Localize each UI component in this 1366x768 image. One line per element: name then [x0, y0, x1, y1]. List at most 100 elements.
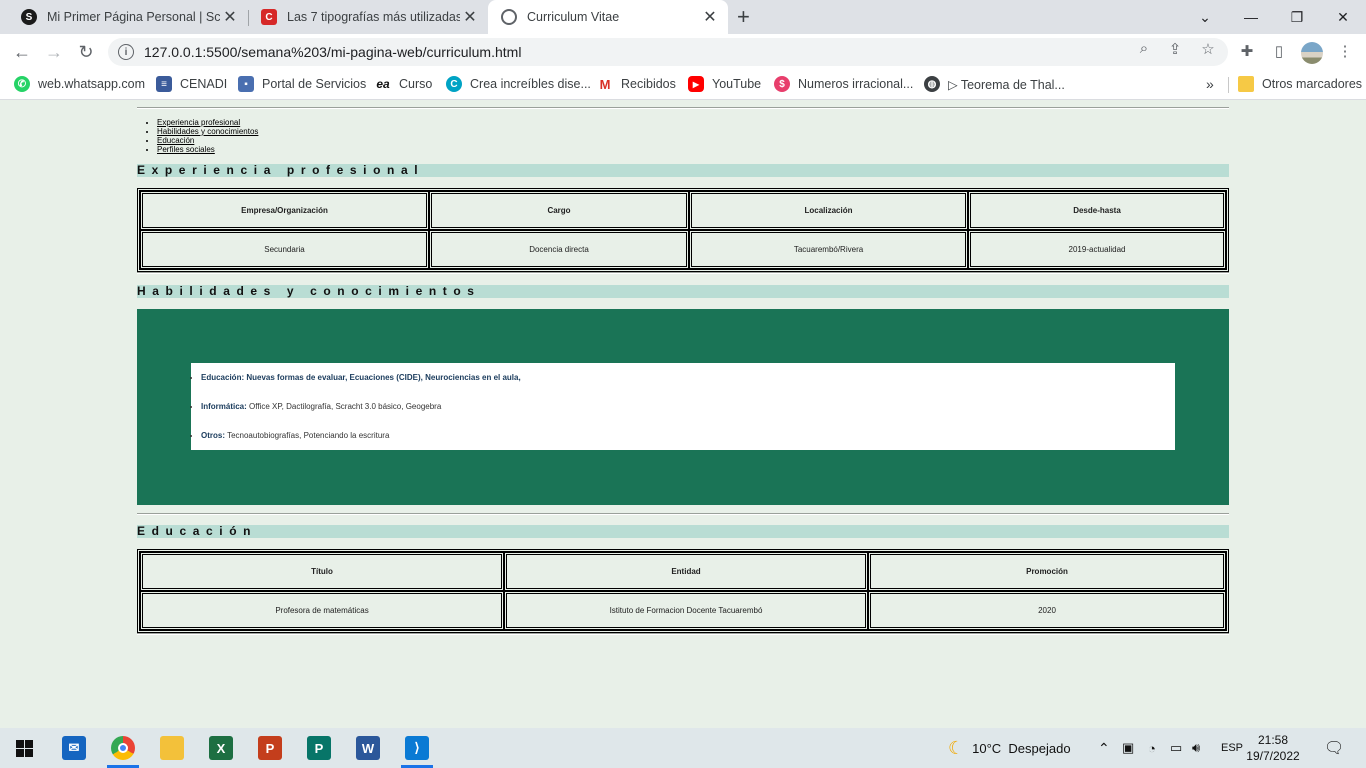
table-header-cell: Cargo — [429, 191, 689, 230]
bookmark-cenadi[interactable]: ≡ CENADI — [156, 76, 227, 92]
weather-widget[interactable]: ☾ 10°C Despejado — [948, 728, 1071, 768]
section-title-habilidades: Habilidades y conocimientos — [137, 285, 1229, 298]
profile-avatar[interactable] — [1301, 42, 1323, 64]
table-cell: Istituto de Formacion Docente Tacuarembó — [504, 591, 868, 630]
bookmark-label: Crea increíbles dise... — [470, 77, 591, 91]
extensions-puzzle-icon[interactable]: ✚ — [1236, 42, 1258, 60]
bookmark-portal-servicios[interactable]: ▪ Portal de Servicios — [238, 76, 366, 92]
file-explorer-icon[interactable] — [150, 732, 194, 764]
bookmark-numeros-irracionales[interactable]: $ Numeros irracional... — [774, 76, 913, 92]
table-cell: Tacuarembó/Rivera — [689, 230, 968, 269]
whatsapp-icon: ✆ — [14, 76, 30, 92]
tab-close-icon[interactable]: ✕ — [700, 7, 720, 27]
excel-app-icon[interactable]: X — [199, 732, 243, 764]
table-header-cell: Empresa/Organización — [140, 191, 429, 230]
tab-favicon-s-icon: S — [21, 9, 37, 25]
forward-arrow-icon[interactable]: → — [42, 40, 66, 64]
show-hidden-icons-chevron-icon[interactable]: ⌃ — [1098, 728, 1110, 768]
table-cell: 2020 — [868, 591, 1226, 630]
chrome-app-icon[interactable] — [101, 732, 145, 768]
nav-link-experiencia[interactable]: Experiencia profesional — [157, 118, 240, 127]
address-bar[interactable]: i 127.0.0.1:5500/semana%203/mi-pagina-we… — [108, 38, 1228, 66]
table-cell: Docencia directa — [429, 230, 689, 269]
bookmark-teorema-thales[interactable]: ◍ ▷ Teorema de Thal... — [924, 76, 1065, 92]
bookmarks-more-chevron-icon[interactable]: » — [1206, 76, 1214, 92]
volume-icon[interactable]: 🔊︎ — [1192, 728, 1200, 768]
tab-close-icon[interactable]: ✕ — [220, 7, 240, 27]
canva-icon: C — [446, 76, 462, 92]
battery-icon[interactable]: ▭ — [1170, 728, 1182, 768]
horizontal-rule — [137, 513, 1229, 515]
bookmark-youtube[interactable]: ▶ YouTube — [688, 76, 761, 92]
skill-label: Otros: — [201, 431, 225, 440]
clock[interactable]: 21:58 19/7/2022 — [1240, 732, 1306, 764]
nav-link-habilidades[interactable]: Habilidades y conocimientos — [157, 127, 258, 136]
bookmark-label: YouTube — [712, 77, 762, 91]
horizontal-rule — [137, 272, 1229, 274]
bookmark-whatsapp[interactable]: ✆ web.whatsapp.com — [14, 76, 145, 92]
mail-app-icon[interactable]: ✉ — [52, 732, 96, 764]
close-window-icon[interactable]: ✕ — [1320, 0, 1366, 34]
shortcut-icon: $ — [774, 76, 790, 92]
menu-kebab-icon[interactable]: ⋮ — [1334, 42, 1356, 60]
table-header-row: Empresa/Organización Cargo Localización … — [140, 191, 1226, 230]
new-tab-plus-icon[interactable]: + — [737, 4, 750, 30]
tab-close-icon[interactable]: ✕ — [460, 7, 480, 27]
nav-item: Habilidades y conocimientos — [157, 127, 258, 136]
side-panel-icon[interactable]: ▯ — [1268, 42, 1290, 60]
skill-item-educacion: Educación: Nuevas formas de evaluar, Ecu… — [201, 373, 521, 382]
tab-mi-primer-pagina[interactable]: S Mi Primer Página Personal | Scho ✕ — [8, 0, 248, 34]
site-info-icon[interactable]: i — [118, 44, 134, 60]
bookmark-label: Curso — [399, 77, 433, 91]
weather-text: 10°C Despejado — [972, 740, 1071, 756]
table-row: Secundaria Docencia directa Tacuarembó/R… — [140, 230, 1226, 269]
youtube-icon: ▶ — [688, 76, 704, 92]
bookmark-curso[interactable]: ea Curso — [375, 76, 432, 92]
vscode-app-icon[interactable]: ⟩ — [395, 732, 439, 768]
nav-link-educacion[interactable]: Educación — [157, 136, 194, 145]
wifi-icon[interactable]: ◔ — [1148, 728, 1156, 768]
tab-search-chevron-icon[interactable]: ⌄ — [1182, 0, 1228, 34]
table-cell: Secundaria — [140, 230, 429, 269]
cenadi-icon: ≡ — [156, 76, 172, 92]
skill-item-informatica: Informática: Office XP, Dactilografía, S… — [201, 402, 441, 411]
bookmark-gmail[interactable]: M Recibidos — [597, 76, 676, 92]
table-row: Profesora de matemáticas Istituto de For… — [140, 591, 1226, 630]
table-header-cell: Promoción — [868, 552, 1226, 591]
bookmark-label: Numeros irracional... — [798, 77, 914, 91]
minimize-icon[interactable]: — — [1228, 0, 1274, 34]
table-header-cell: Título — [140, 552, 504, 591]
publisher-app-icon[interactable]: P — [297, 732, 341, 764]
bookmark-canva[interactable]: C Crea increíbles dise... — [446, 76, 591, 92]
share-icon[interactable]: ⇪ — [1163, 40, 1187, 58]
more-label: » — [1206, 76, 1214, 92]
bookmark-label: web.whatsapp.com — [38, 77, 146, 91]
skill-text: Tecnoautobiografías, Potenciando la escr… — [227, 431, 390, 440]
word-app-icon[interactable]: W — [346, 732, 390, 764]
nav-link-perfiles[interactable]: Perfiles sociales — [157, 145, 215, 154]
skills-list-box: Educación: Nuevas formas de evaluar, Ecu… — [191, 363, 1175, 450]
powerpoint-app-icon[interactable]: P — [248, 732, 292, 764]
tab-curriculum-vitae[interactable]: Curriculum Vitae ✕ — [488, 0, 728, 34]
start-windows-icon[interactable] — [2, 732, 46, 764]
bookmarks-divider — [1228, 77, 1229, 93]
clock-date: 19/7/2022 — [1246, 749, 1300, 763]
reload-icon[interactable]: ↻ — [74, 40, 98, 64]
notifications-icon[interactable]: 🗨︎ — [1324, 728, 1344, 768]
browser-toolbar: ← → ↻ i 127.0.0.1:5500/semana%203/mi-pag… — [0, 34, 1366, 70]
windows-logo — [15, 739, 33, 757]
horizontal-rule — [137, 107, 1229, 109]
meet-now-icon[interactable]: ▣ — [1122, 728, 1134, 768]
table-header-cell: Localización — [689, 191, 968, 230]
back-arrow-icon[interactable]: ← — [10, 40, 34, 64]
bookmark-star-icon[interactable]: ☆ — [1196, 40, 1220, 58]
bookmark-label: CENADI — [180, 77, 228, 91]
url-text[interactable]: 127.0.0.1:5500/semana%203/mi-pagina-web/… — [144, 44, 521, 60]
tab-tipografias[interactable]: C Las 7 tipografías más utilizadas p ✕ — [248, 0, 488, 34]
bookmark-label: Recibidos — [621, 77, 676, 91]
restore-icon[interactable]: ❐ — [1274, 0, 1320, 34]
zoom-icon[interactable]: ⌕ — [1132, 40, 1156, 57]
bookmark-otros-marcadores[interactable]: Otros marcadores — [1238, 76, 1362, 92]
education-table: Título Entidad Promoción Profesora de ma… — [137, 549, 1229, 633]
tab-favicon-c-icon: C — [261, 9, 277, 25]
